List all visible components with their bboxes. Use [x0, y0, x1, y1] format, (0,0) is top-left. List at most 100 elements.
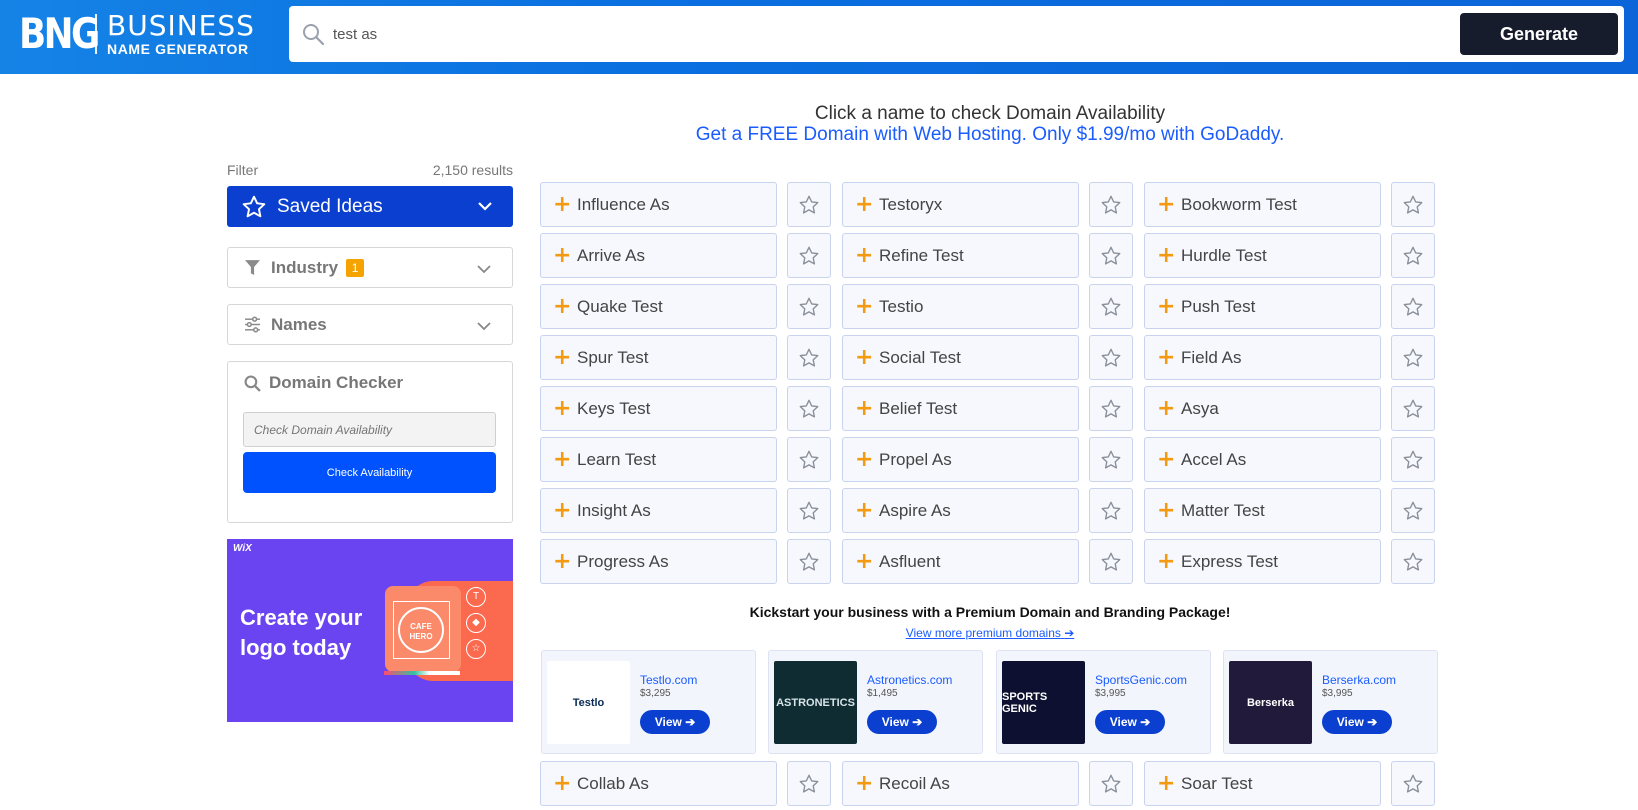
view-domain-button[interactable]: View ➔ [1322, 710, 1392, 734]
save-name-button[interactable] [1391, 182, 1435, 227]
plus-icon: + [855, 446, 874, 472]
premium-domain-name[interactable]: Astronetics.com [867, 673, 952, 687]
save-name-button[interactable] [1089, 182, 1133, 227]
name-suggestion[interactable]: + Learn Test [540, 437, 777, 482]
premium-domain-name[interactable]: Testlo.com [640, 673, 697, 687]
premium-domain-price: $1,495 [867, 688, 898, 699]
save-name-button[interactable] [1391, 488, 1435, 533]
generate-button[interactable]: Generate [1460, 13, 1618, 55]
name-suggestion-label: Quake Test [577, 296, 663, 316]
save-name-button[interactable] [1089, 539, 1133, 584]
name-suggestion[interactable]: + Influence As [540, 182, 777, 227]
save-name-button[interactable] [1391, 761, 1435, 806]
saved-ideas-dropdown[interactable]: Saved Ideas [227, 186, 513, 227]
save-name-button[interactable] [1391, 335, 1435, 380]
plus-icon: + [855, 395, 874, 421]
name-suggestion[interactable]: + Recoil As [842, 761, 1079, 806]
name-suggestion[interactable]: + Bookworm Test [1144, 182, 1381, 227]
domain-input[interactable] [243, 412, 496, 447]
industry-dropdown[interactable]: Industry 1 [227, 247, 513, 288]
save-name-button[interactable] [787, 284, 831, 329]
names-dropdown[interactable]: Names [227, 304, 513, 345]
save-name-button[interactable] [1089, 386, 1133, 431]
save-name-button[interactable] [1089, 284, 1133, 329]
name-suggestion[interactable]: + Express Test [1144, 539, 1381, 584]
name-suggestion[interactable]: + Soar Test [1144, 761, 1381, 806]
save-name-button[interactable] [787, 386, 831, 431]
premium-domain-card[interactable]: SPORTS GENIC SportsGenic.com $3,995 View ➔ [996, 650, 1211, 754]
name-suggestion[interactable]: + Hurdle Test [1144, 233, 1381, 278]
name-suggestion[interactable]: + Testoryx [842, 182, 1079, 227]
view-label: View [654, 715, 682, 729]
check-availability-button[interactable]: Check Availability [243, 452, 496, 493]
name-suggestion[interactable]: + Accel As [1144, 437, 1381, 482]
save-name-button[interactable] [1089, 761, 1133, 806]
arrow-right-icon: ➔ [1367, 715, 1378, 729]
star-icon [798, 347, 820, 369]
logo[interactable]: BNG BUSINESS NAME GENERATOR [19, 12, 255, 57]
premium-domain-card[interactable]: Testlo Testlo.com $3,295 View ➔ [541, 650, 756, 754]
save-name-button[interactable] [787, 761, 831, 806]
premium-logo-text: Testlo [572, 696, 605, 709]
view-domain-button[interactable]: View ➔ [867, 710, 937, 734]
name-suggestion[interactable]: + Progress As [540, 539, 777, 584]
name-suggestion[interactable]: + Quake Test [540, 284, 777, 329]
plus-icon: + [1157, 395, 1176, 421]
name-suggestion[interactable]: + Social Test [842, 335, 1079, 380]
name-suggestion[interactable]: + Testio [842, 284, 1079, 329]
save-name-button[interactable] [1391, 386, 1435, 431]
save-name-button[interactable] [1089, 437, 1133, 482]
save-name-button[interactable] [1089, 335, 1133, 380]
name-suggestion-label: Testio [879, 296, 924, 316]
name-suggestion[interactable]: + Collab As [540, 761, 777, 806]
view-domain-button[interactable]: View ➔ [1095, 710, 1165, 734]
name-suggestion[interactable]: + Asya [1144, 386, 1381, 431]
premium-domains-link[interactable]: View more premium domains ➔ [540, 626, 1440, 640]
name-suggestion[interactable]: + Belief Test [842, 386, 1079, 431]
premium-domain-card[interactable]: ASTRONETICS Astronetics.com $1,495 View ➔ [768, 650, 983, 754]
view-domain-button[interactable]: View ➔ [640, 710, 710, 734]
wix-logo-ad[interactable]: WiX Create your logo today CAFE HERO T ◆… [227, 539, 513, 722]
plus-icon: + [553, 191, 572, 217]
name-suggestion[interactable]: + Insight As [540, 488, 777, 533]
name-suggestion[interactable]: + Spur Test [540, 335, 777, 380]
name-suggestion[interactable]: + Matter Test [1144, 488, 1381, 533]
name-suggestion-label: Keys Test [577, 398, 651, 418]
name-suggestion-label: Arrive As [577, 245, 646, 265]
name-suggestion[interactable]: + Arrive As [540, 233, 777, 278]
save-name-button[interactable] [787, 539, 831, 584]
save-name-button[interactable] [1391, 539, 1435, 584]
sliders-icon [245, 316, 260, 333]
premium-domain-card[interactable]: Berserka Berserka.com $3,995 View ➔ [1223, 650, 1438, 754]
save-name-button[interactable] [1391, 284, 1435, 329]
save-name-button[interactable] [787, 233, 831, 278]
plus-icon: + [1157, 191, 1176, 217]
star-icon [1402, 449, 1424, 471]
premium-domain-name[interactable]: SportsGenic.com [1095, 673, 1187, 687]
name-suggestion-label: Testoryx [879, 194, 943, 214]
name-suggestion[interactable]: + Keys Test [540, 386, 777, 431]
star-icon [1100, 347, 1122, 369]
premium-domain-name[interactable]: Berserka.com [1322, 673, 1396, 687]
save-name-button[interactable] [1089, 233, 1133, 278]
name-suggestion[interactable]: + Aspire As [842, 488, 1079, 533]
name-suggestion[interactable]: + Propel As [842, 437, 1079, 482]
save-name-button[interactable] [787, 182, 831, 227]
godaddy-link[interactable]: Get a FREE Domain with Web Hosting. Only… [540, 124, 1440, 146]
save-name-button[interactable] [1391, 233, 1435, 278]
save-name-button[interactable] [787, 335, 831, 380]
name-suggestion[interactable]: + Asfluent [842, 539, 1079, 584]
save-name-button[interactable] [1089, 488, 1133, 533]
save-name-button[interactable] [787, 488, 831, 533]
search-input[interactable] [333, 6, 1333, 62]
save-name-button[interactable] [1391, 437, 1435, 482]
name-suggestion[interactable]: + Push Test [1144, 284, 1381, 329]
name-suggestion-label: Asfluent [879, 551, 941, 571]
premium-link-text: View more premium domains [905, 626, 1061, 640]
name-suggestion[interactable]: + Field As [1144, 335, 1381, 380]
name-suggestion-label: Progress As [577, 551, 669, 571]
save-name-button[interactable] [787, 437, 831, 482]
premium-domain-price: $3,995 [1095, 688, 1126, 699]
name-suggestion-label: Hurdle Test [1181, 245, 1267, 265]
name-suggestion[interactable]: + Refine Test [842, 233, 1079, 278]
